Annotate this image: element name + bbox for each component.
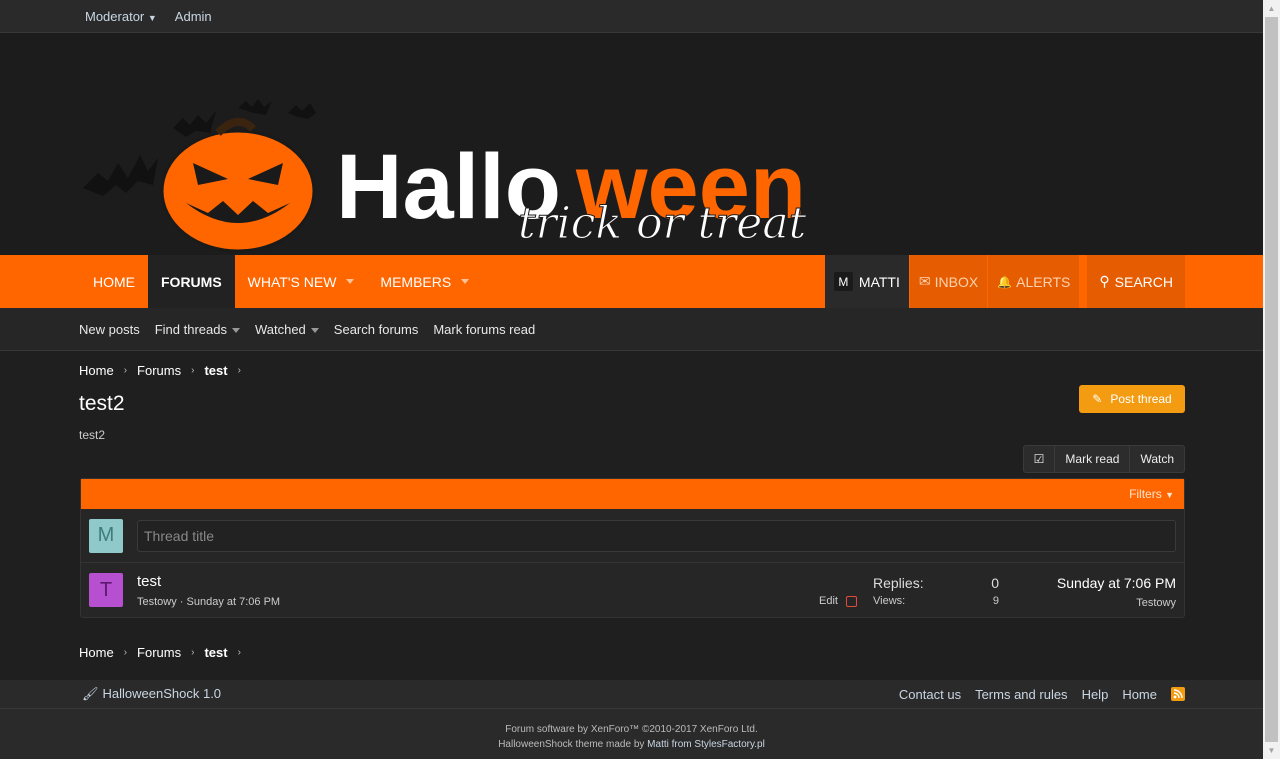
breadcrumb-current[interactable]: test <box>204 645 227 660</box>
caret-down-icon: ▼ <box>1165 490 1174 500</box>
chevron-right-icon: › <box>123 365 128 376</box>
alerts-link[interactable]: 🔔 ALERTS <box>988 255 1080 308</box>
theme-author-link[interactable]: Matti from StylesFactory.pl <box>647 739 765 750</box>
last-post-user[interactable]: Testowy <box>1057 597 1176 609</box>
envelope-icon: ✉ <box>918 273 931 289</box>
select-checkbox-button[interactable]: ☑ <box>1024 446 1055 472</box>
bell-icon: 🔔 <box>997 274 1013 289</box>
replies-count: 0 <box>991 575 999 591</box>
scroll-up-icon[interactable]: ▲ <box>1263 0 1280 17</box>
halloween-logo[interactable]: Hallo ween trick or treat <box>78 93 838 263</box>
thread-last-post: Sunday at 7:06 PM Testowy <box>1057 575 1176 609</box>
search-link[interactable]: ⚲ SEARCH <box>1087 255 1185 308</box>
thread-title-input[interactable]: Thread title <box>137 519 1176 552</box>
caret-down-icon <box>310 327 319 333</box>
staff-bar: Moderator ▼ Admin <box>0 0 1263 33</box>
forum-actions: ☑ Mark read Watch <box>1022 445 1185 473</box>
edit-icon: ✎ <box>1092 392 1103 406</box>
sub-nav: New posts Find threads Watched Search fo… <box>0 308 1263 351</box>
nav-user-area: M MATTI ✉ INBOX 🔔 ALERTS ⚲ SEARCH <box>824 255 1185 308</box>
thread-list: Filters ▼ M Thread title T test Testowy … <box>80 478 1185 618</box>
caret-down-icon[interactable] <box>461 279 470 284</box>
footer-home-link[interactable]: Home <box>1122 687 1157 702</box>
help-link[interactable]: Help <box>1082 687 1109 702</box>
breadcrumb-forums[interactable]: Forums <box>137 645 181 660</box>
thread-edit-controls: Edit <box>819 595 857 607</box>
breadcrumb-forums[interactable]: Forums <box>137 363 181 378</box>
chevron-right-icon: › <box>191 365 195 376</box>
contact-link[interactable]: Contact us <box>899 687 961 702</box>
search-forums-link[interactable]: Search forums <box>334 322 419 337</box>
avatar: M <box>89 518 123 553</box>
thread-title[interactable]: test <box>137 573 280 590</box>
site-header: Hallo ween trick or treat <box>0 33 1263 255</box>
terms-link[interactable]: Terms and rules <box>975 687 1067 702</box>
caret-down-icon[interactable] <box>346 279 355 284</box>
scroll-down-icon[interactable]: ▼ <box>1263 742 1280 759</box>
edit-link[interactable]: Edit <box>819 595 838 607</box>
checkbox-icon: ☑ <box>1033 452 1045 466</box>
select-checkbox[interactable] <box>845 595 857 607</box>
breadcrumb-home[interactable]: Home <box>79 363 114 378</box>
watched-link[interactable]: Watched <box>255 322 319 337</box>
style-chooser[interactable]: 🖌 HalloweenShock 1.0 <box>82 686 221 702</box>
software-credit: Forum software by XenForo™ ©2010-2017 Xe… <box>505 724 758 735</box>
avatar[interactable]: T <box>89 573 123 607</box>
breadcrumb: Home › Forums › test › <box>79 351 1185 378</box>
admin-link[interactable]: Admin <box>175 9 212 24</box>
chevron-right-icon: › <box>123 647 128 658</box>
find-threads-link[interactable]: Find threads <box>155 322 240 337</box>
quick-thread-row: M Thread title <box>81 509 1184 563</box>
footer: 🖌 HalloweenShock 1.0 Contact us Terms and… <box>0 680 1263 759</box>
theme-credit: HalloweenShock theme made by Matti from … <box>498 739 765 750</box>
page-title: test2 <box>79 392 125 415</box>
thread-main: test Testowy · Sunday at 7:06 PM <box>137 573 280 608</box>
post-thread-button[interactable]: ✎ Post thread <box>1079 385 1185 413</box>
page: Moderator ▼ Admin Hallo ween trick or tr… <box>0 0 1263 759</box>
chevron-right-icon: › <box>191 647 195 658</box>
watch-button[interactable]: Watch <box>1129 446 1184 472</box>
avatar: M <box>833 272 853 291</box>
inbox-link[interactable]: ✉ INBOX <box>909 255 988 308</box>
search-icon: ⚲ <box>1099 273 1110 289</box>
last-post-date[interactable]: Sunday at 7:06 PM <box>1057 575 1176 591</box>
breadcrumb-home[interactable]: Home <box>79 645 114 660</box>
scroll-thumb[interactable] <box>1265 17 1278 743</box>
caret-down-icon: ▼ <box>147 12 157 23</box>
thread-stats: Replies: 0 Views: 9 <box>873 575 999 607</box>
chevron-right-icon: › <box>237 365 241 376</box>
caret-down-icon <box>231 327 240 333</box>
thread-list-header: Filters ▼ <box>81 479 1184 509</box>
footer-bar: 🖌 HalloweenShock 1.0 Contact us Terms and… <box>0 680 1263 709</box>
thread-date[interactable]: Sunday at 7:06 PM <box>187 596 281 608</box>
rss-icon[interactable] <box>1171 687 1185 701</box>
copyright: Forum software by XenForo™ ©2010-2017 Xe… <box>0 722 1263 752</box>
scrollbar[interactable]: ▲ ▼ <box>1263 0 1280 759</box>
footer-links: Contact us Terms and rules Help Home <box>899 687 1185 702</box>
breadcrumb-bottom: Home › Forums › test › <box>79 645 241 660</box>
thread-author[interactable]: Testowy <box>137 596 177 608</box>
thread-meta: Testowy · Sunday at 7:06 PM <box>137 595 281 608</box>
filters-menu[interactable]: Filters ▼ <box>1129 487 1174 501</box>
new-posts-link[interactable]: New posts <box>79 322 140 337</box>
paintbrush-icon: 🖌 <box>82 686 99 701</box>
views-count: 9 <box>992 595 999 607</box>
logo-tagline: trick or treat <box>518 198 807 249</box>
page-description: test2 <box>79 428 106 442</box>
pumpkin-icon <box>160 118 316 253</box>
mark-read-button[interactable]: Mark read <box>1054 446 1129 472</box>
mark-forums-read-link[interactable]: Mark forums read <box>433 322 535 337</box>
chevron-right-icon: › <box>237 647 241 658</box>
moderator-menu[interactable]: Moderator ▼ <box>85 9 157 24</box>
breadcrumb-current[interactable]: test <box>204 363 227 378</box>
thread-row: T test Testowy · Sunday at 7:06 PM Edit … <box>81 563 1184 617</box>
